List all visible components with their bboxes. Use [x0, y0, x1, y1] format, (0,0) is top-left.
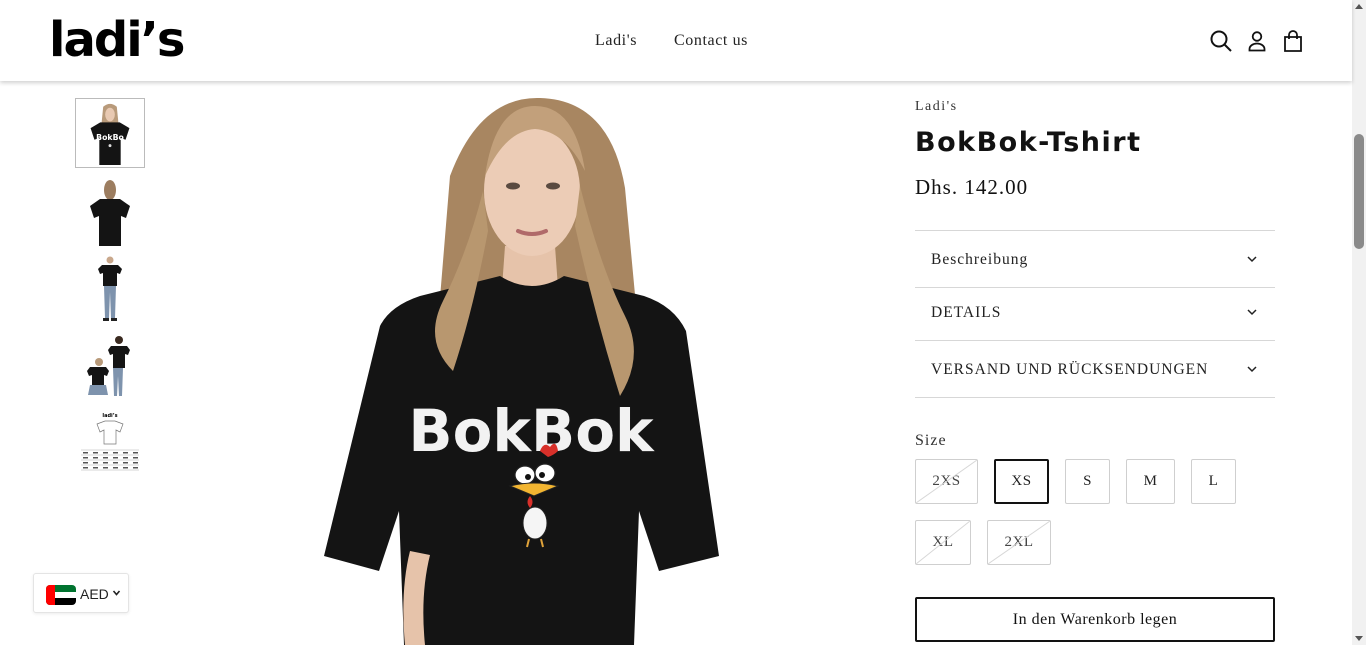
add-to-cart-button[interactable]: In den Warenkorb legen [915, 597, 1275, 642]
uae-flag-icon [46, 585, 76, 605]
scrollbar-thumb[interactable] [1354, 134, 1364, 249]
size-option-label: M [1143, 473, 1158, 489]
scroll-up-arrow[interactable] [1355, 4, 1363, 9]
product-vendor[interactable]: Ladi's [915, 99, 958, 115]
size-option-s[interactable]: S [1065, 459, 1110, 504]
size-option-label: XS [1011, 473, 1032, 489]
search-icon[interactable] [1209, 29, 1233, 53]
accordion-details-label: DETAILS [931, 304, 1002, 321]
thumbnail-back-view[interactable] [75, 176, 145, 246]
currency-code: AED [80, 586, 109, 602]
account-icon[interactable] [1245, 29, 1269, 53]
size-option-xs[interactable]: XS [994, 459, 1049, 504]
chevron-down-icon [1247, 256, 1257, 263]
accordion-details[interactable]: DETAILS [915, 287, 1275, 340]
chevron-down-icon [112, 590, 121, 596]
size-option-2xl[interactable]: 2XL [987, 520, 1051, 565]
thumbnail-front-view[interactable]: BokBo [75, 98, 145, 168]
size-label: Size [915, 432, 947, 449]
svg-text:ladi’s: ladi’s [102, 413, 117, 419]
svg-text:BokBok: BokBok [408, 397, 655, 465]
size-option-label: L [1208, 473, 1219, 489]
chevron-down-icon [1247, 309, 1257, 316]
size-option-l[interactable]: L [1191, 459, 1236, 504]
page-scrollbar[interactable] [1352, 0, 1366, 645]
currency-selector[interactable]: AED [33, 573, 129, 613]
size-option-label: S [1083, 473, 1092, 489]
accordion-divider [915, 397, 1275, 398]
size-option-2xs[interactable]: 2XS [915, 459, 978, 504]
thumbnail-male-model[interactable] [75, 254, 145, 324]
cart-icon[interactable] [1281, 29, 1305, 53]
svg-text:BokBo: BokBo [96, 133, 124, 142]
size-option-xl[interactable]: XL [915, 520, 971, 565]
accordion-shipping-label: VERSAND UND RÜCKSENDUNGEN [931, 361, 1209, 378]
accordion-description[interactable]: Beschreibung [915, 230, 1275, 287]
product-price: Dhs. 142.00 [915, 175, 1029, 199]
thumbnail-size-chart[interactable]: ladi’s [75, 410, 145, 480]
accordion-shipping[interactable]: VERSAND UND RÜCKSENDUNGEN [915, 340, 1275, 397]
scroll-down-arrow[interactable] [1355, 636, 1363, 641]
accordion-description-label: Beschreibung [931, 251, 1029, 268]
product-title: BokBok-Tshirt [915, 127, 1142, 158]
nav-link-contact[interactable]: Contact us [674, 32, 748, 50]
product-main-image[interactable]: BokBok [185, 81, 885, 645]
thumbnail-couple-view[interactable] [75, 332, 145, 402]
chevron-down-icon [1247, 366, 1257, 373]
nav-link-ladis[interactable]: Ladi's [595, 32, 637, 50]
site-logo[interactable]: ladi’s [49, 12, 185, 68]
site-header: ladi’s Ladi's Contact us [0, 0, 1352, 81]
size-option-m[interactable]: M [1126, 459, 1175, 504]
